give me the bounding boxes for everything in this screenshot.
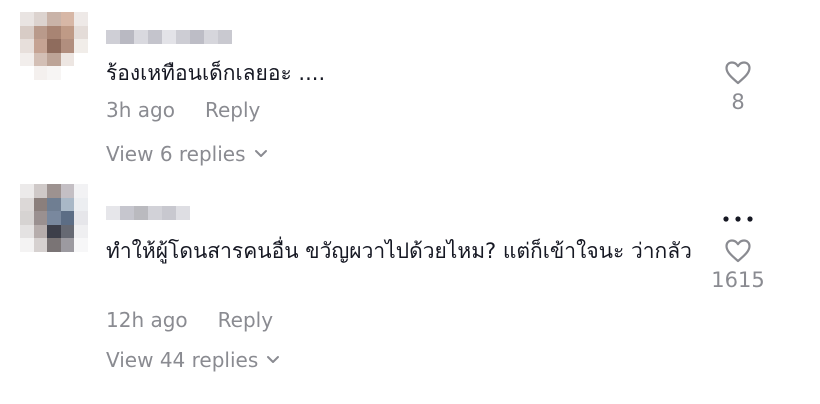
username-blurred[interactable] <box>106 206 190 220</box>
reply-button[interactable]: Reply <box>205 98 260 122</box>
comment-time: 12h ago <box>106 308 188 332</box>
view-replies-button[interactable]: View 44 replies <box>106 348 280 372</box>
like-count: 8 <box>731 90 745 114</box>
avatar[interactable] <box>20 12 88 80</box>
comment-meta: 12h ago Reply <box>106 308 273 332</box>
view-replies-label: View 44 replies <box>106 348 259 372</box>
comment-meta: 3h ago Reply <box>106 98 260 122</box>
reply-button[interactable]: Reply <box>218 308 273 332</box>
view-replies-button[interactable]: View 6 replies <box>106 142 268 166</box>
view-replies-label: View 6 replies <box>106 142 246 166</box>
comment-time: 3h ago <box>106 98 175 122</box>
heart-outline-icon <box>725 239 751 263</box>
chevron-down-icon <box>254 150 267 157</box>
username-blurred[interactable] <box>106 30 232 44</box>
like-button[interactable]: 8 <box>698 60 778 114</box>
like-count: 1615 <box>711 268 765 292</box>
chevron-down-icon <box>267 356 280 363</box>
heart-outline-icon <box>725 61 751 85</box>
like-button[interactable]: 1615 <box>698 238 778 292</box>
comment-text: ร้องเหทือนเด็กเลยอะ .... <box>106 61 326 85</box>
avatar[interactable] <box>20 184 88 252</box>
more-options-icon[interactable] <box>720 210 756 222</box>
comment-item: ร้องเหทือนเด็กเลยอะ .... 3h ago Reply Vie… <box>0 0 820 180</box>
comment-item: ทำให้ผู้โดนสารคนอื่น ขวัญผวาไปด้วยไหม? แ… <box>0 180 820 404</box>
comment-text: ทำให้ผู้โดนสารคนอื่น ขวัญผวาไปด้วยไหม? แ… <box>106 239 692 263</box>
